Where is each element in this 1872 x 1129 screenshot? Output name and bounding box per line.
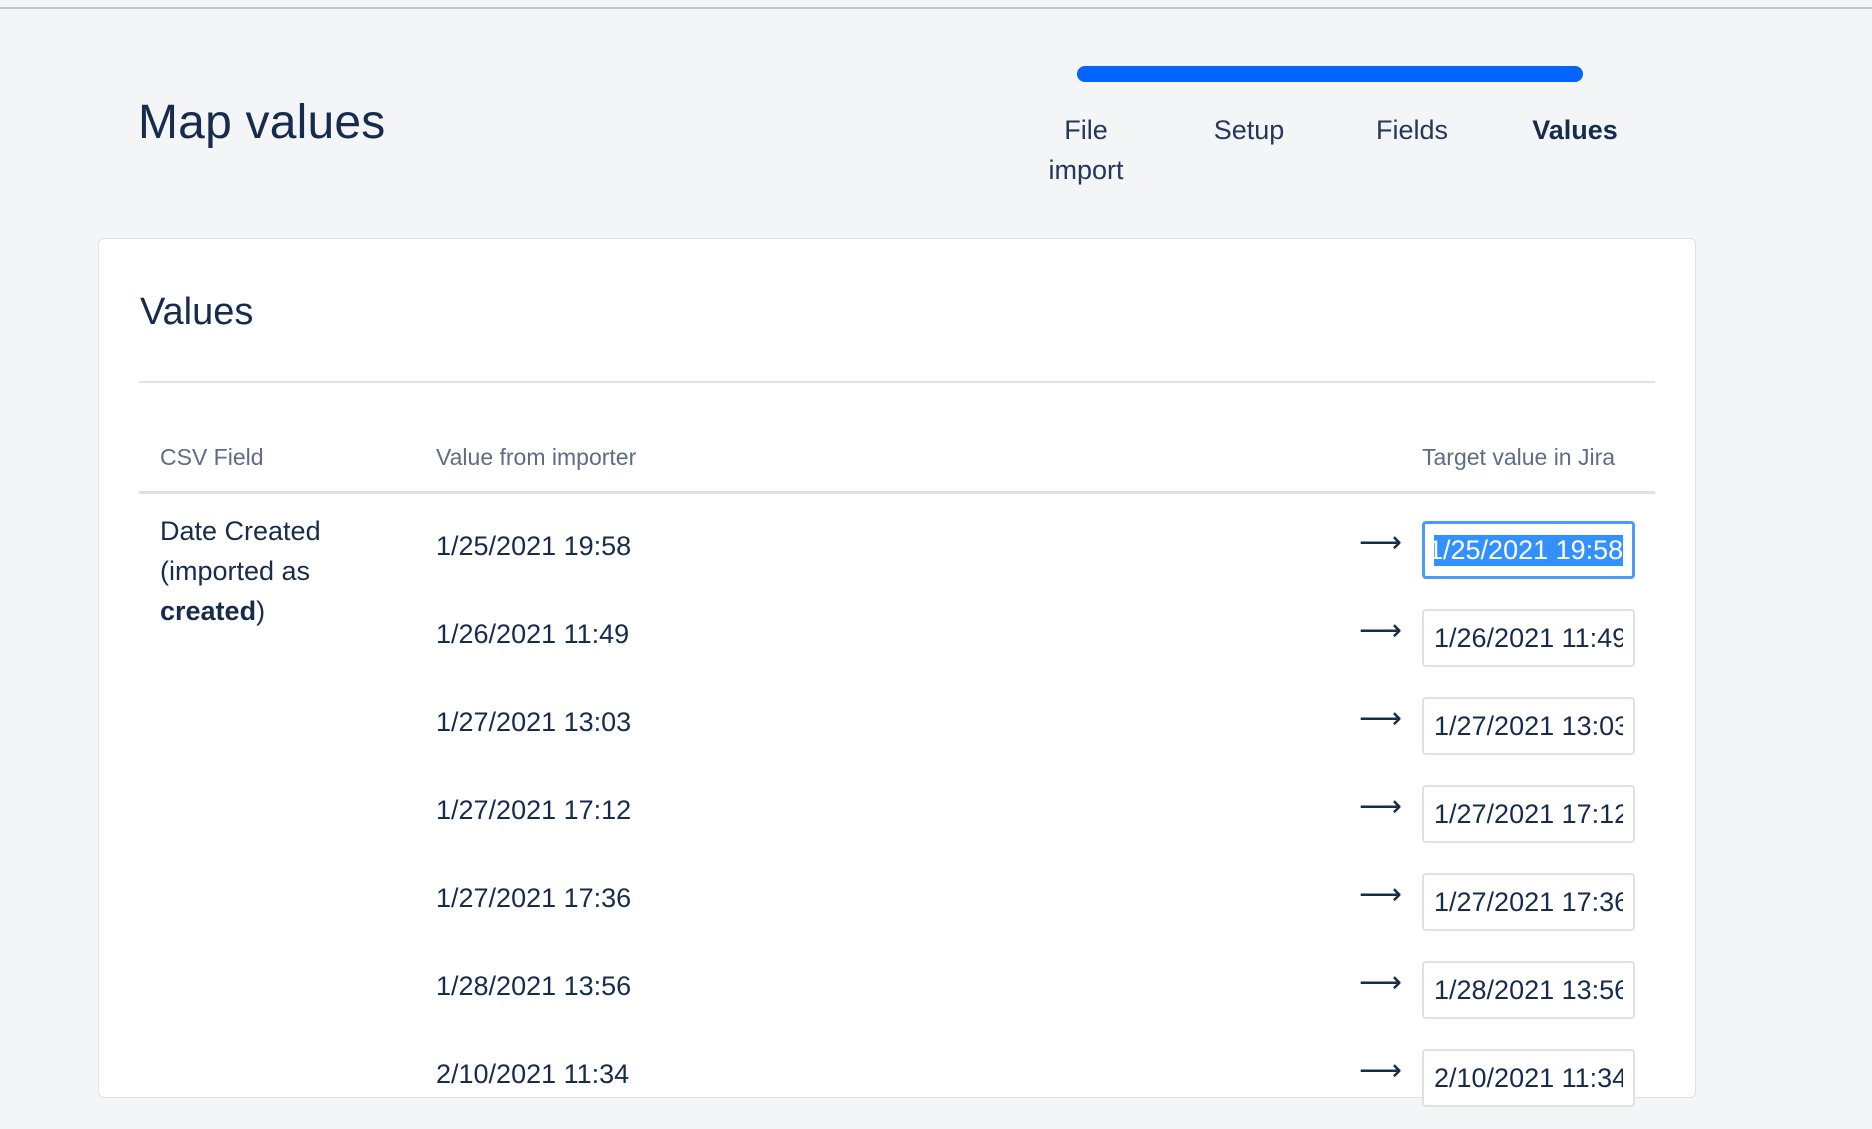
- value-mapping-row: 1/28/2021 13:56 ⟶: [99, 961, 1695, 1041]
- source-value: 1/28/2021 13:56: [436, 971, 632, 1001]
- target-value-input[interactable]: [1422, 697, 1635, 755]
- progress-step-values: Values: [1500, 110, 1650, 150]
- target-value-input[interactable]: [1422, 1049, 1635, 1107]
- progress-step-label: Values: [1532, 115, 1618, 145]
- source-value: 1/27/2021 17:12: [436, 795, 632, 825]
- values-card: Values CSV Field Value from importer Tar…: [98, 238, 1696, 1107]
- value-mapping-row: 1/27/2021 17:12 ⟶: [99, 785, 1695, 865]
- section-divider: [139, 381, 1655, 383]
- target-value-input[interactable]: [1422, 873, 1635, 931]
- mapping-arrow-icon: ⟶: [1359, 1053, 1403, 1088]
- progress-step-label: File import: [1048, 115, 1124, 185]
- window-top-border: [0, 0, 1872, 9]
- column-header-csv-field: CSV Field: [160, 444, 264, 470]
- mapping-arrow-icon: ⟶: [1359, 965, 1403, 1000]
- progress-bar-fill: [1077, 66, 1583, 82]
- progress-step-label: Setup: [1213, 115, 1285, 145]
- source-value: 2/10/2021 11:34: [436, 1059, 630, 1089]
- source-value: 1/27/2021 13:03: [436, 707, 632, 737]
- value-mapping-row: 1/27/2021 17:36 ⟶: [99, 873, 1695, 953]
- progress-tracker: [1077, 66, 1583, 82]
- target-value-input[interactable]: [1422, 961, 1635, 1019]
- value-mapping-row: 1/25/2021 19:58 ⟶: [99, 521, 1695, 601]
- mapping-arrow-icon: ⟶: [1359, 789, 1403, 824]
- progress-step-file-import: File import: [1011, 110, 1161, 190]
- table-header-divider: [139, 491, 1655, 494]
- progress-step-label: Fields: [1375, 115, 1449, 145]
- target-value-input[interactable]: [1422, 785, 1635, 843]
- source-value: 1/25/2021 19:58: [436, 531, 632, 561]
- target-value-input[interactable]: [1422, 609, 1635, 667]
- source-value: 1/26/2021 11:49: [436, 619, 630, 649]
- page-title: Map values: [138, 96, 386, 149]
- value-mapping-row: 1/26/2021 11:49 ⟶: [99, 609, 1695, 689]
- source-value: 1/27/2021 17:36: [436, 883, 632, 913]
- section-title: Values: [140, 291, 254, 333]
- column-header-target-value: Target value in Jira: [1422, 444, 1616, 470]
- progress-step-fields: Fields: [1337, 110, 1487, 150]
- mapping-arrow-icon: ⟶: [1359, 613, 1403, 648]
- value-mapping-row: 2/10/2021 11:34 ⟶: [99, 1049, 1695, 1129]
- mapping-arrow-icon: ⟶: [1359, 525, 1403, 560]
- mapping-arrow-icon: ⟶: [1359, 701, 1403, 736]
- value-mapping-row: 1/27/2021 13:03 ⟶: [99, 697, 1695, 777]
- mapping-arrow-icon: ⟶: [1359, 877, 1403, 912]
- column-header-value-from-importer: Value from importer: [436, 444, 637, 470]
- progress-step-setup: Setup: [1174, 110, 1324, 150]
- target-value-input[interactable]: [1422, 521, 1635, 579]
